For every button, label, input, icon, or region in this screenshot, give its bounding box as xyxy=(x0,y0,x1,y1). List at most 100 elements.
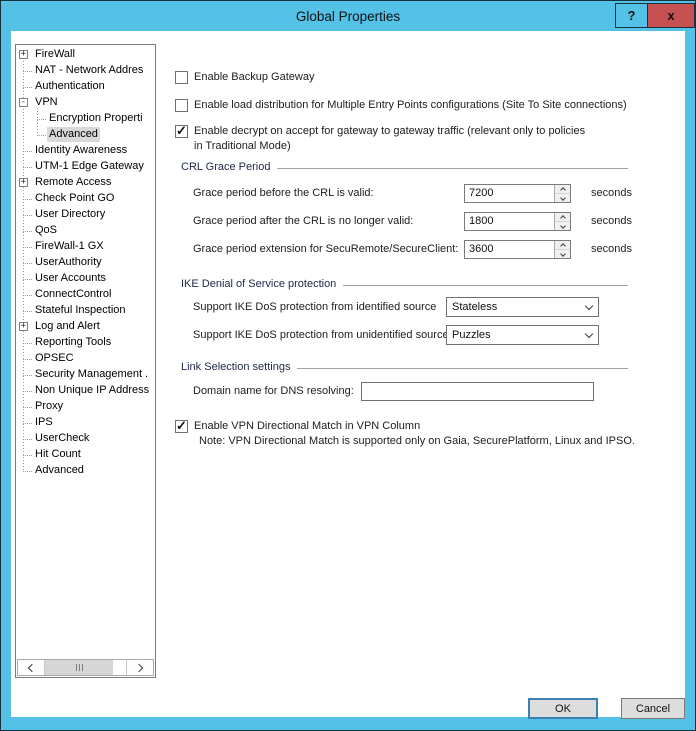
tree-item-connectcontrol[interactable]: ConnectControl xyxy=(16,287,155,303)
scroll-thumb[interactable] xyxy=(45,660,113,675)
tree-vertical-line-vpn xyxy=(37,108,38,137)
tree-item-non-unique-ip-address[interactable]: Non Unique IP Address xyxy=(16,383,155,399)
enable-backup-gateway-row: Enable Backup Gateway xyxy=(175,71,314,84)
ike-identified-label: Support IKE DoS protection from identifi… xyxy=(193,297,436,317)
enable-decrypt-line1: Enable decrypt on accept for gateway to … xyxy=(194,125,585,138)
tree-item-user-directory[interactable]: User Directory xyxy=(16,207,155,223)
tree-item-label: Stateful Inspection xyxy=(33,303,128,318)
tree-connector xyxy=(23,279,32,280)
crl-grace-period-header: CRL Grace Period xyxy=(181,161,628,173)
tree-panel: +FireWallNAT - Network AddresAuthenticat… xyxy=(15,44,156,678)
enable-load-distribution-label: Enable load distribution for Multiple En… xyxy=(194,99,627,112)
tree-item-usercheck[interactable]: UserCheck xyxy=(16,431,155,447)
tree-connector xyxy=(23,471,32,472)
tree-item-security-management[interactable]: Security Management . xyxy=(16,367,155,383)
tree-item-label: UserCheck xyxy=(33,431,91,446)
tree-item-qos[interactable]: QoS xyxy=(16,223,155,239)
group-divider xyxy=(277,168,628,169)
tree-item-hit-count[interactable]: Hit Count xyxy=(16,447,155,463)
tree-item-label: Hit Count xyxy=(33,447,83,462)
tree-item-label: Identity Awareness xyxy=(33,143,129,158)
chevron-down-icon xyxy=(585,329,593,337)
spin-down-button[interactable] xyxy=(555,194,570,202)
spin-up-button[interactable] xyxy=(555,185,570,194)
ike-dos-header: IKE Denial of Service protection xyxy=(181,278,628,290)
enable-load-distribution-checkbox[interactable] xyxy=(175,99,188,112)
enable-load-distribution-row: Enable load distribution for Multiple En… xyxy=(175,99,627,112)
tree-item-label: Non Unique IP Address xyxy=(33,383,151,398)
tree-item-label: OPSEC xyxy=(33,351,76,366)
tree-item-firewall[interactable]: +FireWall xyxy=(16,47,155,63)
tree-item-nat-network-addres[interactable]: NAT - Network Addres xyxy=(16,63,155,79)
cancel-button[interactable]: Cancel xyxy=(621,698,685,719)
crl-extension-label: Grace period extension for SecuRemote/Se… xyxy=(193,240,458,259)
close-button[interactable]: x xyxy=(647,3,695,28)
tree-item-label: QoS xyxy=(33,223,59,238)
chevron-down-icon xyxy=(560,251,566,257)
ike-unidentified-value: Puzzles xyxy=(452,329,586,341)
tree-item-label: ConnectControl xyxy=(33,287,113,302)
crl-extension-input[interactable]: 3600 xyxy=(465,241,554,258)
tree-item-opsec[interactable]: OPSEC xyxy=(16,351,155,367)
spin-up-button[interactable] xyxy=(555,213,570,222)
expand-icon[interactable]: + xyxy=(19,178,28,187)
expand-icon[interactable]: + xyxy=(19,322,28,331)
crl-grace-period-title: CRL Grace Period xyxy=(181,161,270,173)
ike-identified-value: Stateless xyxy=(452,301,586,313)
tree-item-label: Log and Alert xyxy=(33,319,102,334)
tree-item-identity-awareness[interactable]: Identity Awareness xyxy=(16,143,155,159)
dialog-body: +FireWallNAT - Network AddresAuthenticat… xyxy=(11,31,685,717)
help-icon: ? xyxy=(628,8,636,23)
enable-decrypt-on-accept-checkbox[interactable] xyxy=(175,125,188,138)
collapse-icon[interactable]: - xyxy=(19,98,28,107)
tree-item-label: User Accounts xyxy=(33,271,108,286)
tree-item-stateful-inspection[interactable]: Stateful Inspection xyxy=(16,303,155,319)
tree-connector xyxy=(23,391,32,392)
crl-before-input[interactable]: 7200 xyxy=(465,185,554,202)
crl-after-label: Grace period after the CRL is no longer … xyxy=(193,212,413,231)
dns-resolving-input[interactable] xyxy=(361,382,594,401)
help-button[interactable]: ? xyxy=(615,3,648,28)
enable-decrypt-on-accept-row: Enable decrypt on accept for gateway to … xyxy=(175,125,585,153)
tree-item-reporting-tools[interactable]: Reporting Tools xyxy=(16,335,155,351)
tree-item-log-and-alert[interactable]: + Log and Alert xyxy=(16,319,155,335)
tree-item-label: User Directory xyxy=(33,207,107,222)
vpn-directional-match-checkbox[interactable] xyxy=(175,420,188,433)
spin-down-button[interactable] xyxy=(555,222,570,230)
tree-item-remote-access[interactable]: + Remote Access xyxy=(16,175,155,191)
ok-button[interactable]: OK xyxy=(528,698,598,719)
tree-connector xyxy=(37,135,46,136)
grip-icon xyxy=(79,664,80,671)
crl-after-input[interactable]: 1800 xyxy=(465,213,554,230)
ike-dos-title: IKE Denial of Service protection xyxy=(181,278,336,290)
crl-extension-spin-buttons xyxy=(554,241,570,258)
scroll-left-button[interactable] xyxy=(18,660,45,675)
titlebar: Global Properties xyxy=(1,1,695,31)
tree-item-user-accounts[interactable]: User Accounts xyxy=(16,271,155,287)
enable-backup-gateway-checkbox[interactable] xyxy=(175,71,188,84)
tree-item-advanced[interactable]: Advanced xyxy=(16,463,155,479)
tree-item-userauthority[interactable]: UserAuthority xyxy=(16,255,155,271)
tree-item-utm-1-edge-gateway[interactable]: UTM-1 Edge Gateway xyxy=(16,159,155,175)
ike-unidentified-dropdown[interactable]: Puzzles xyxy=(446,325,599,345)
ike-identified-dropdown[interactable]: Stateless xyxy=(446,297,599,317)
tree-item-label: Remote Access xyxy=(33,175,113,190)
tree-item-firewall-1-gx[interactable]: FireWall-1 GX xyxy=(16,239,155,255)
tree-items: +FireWallNAT - Network AddresAuthenticat… xyxy=(16,45,155,658)
grip-icon xyxy=(82,664,83,671)
tree-item-label: IPS xyxy=(33,415,55,430)
expand-icon[interactable]: + xyxy=(19,50,28,59)
tree-item-authentication[interactable]: Authentication xyxy=(16,79,155,95)
spin-down-button[interactable] xyxy=(555,250,570,258)
tree-item-check-point-go[interactable]: Check Point GO xyxy=(16,191,155,207)
enable-decrypt-line2: in Traditional Mode) xyxy=(194,140,585,153)
crl-before-spin-buttons xyxy=(554,185,570,202)
tree-item-proxy[interactable]: Proxy xyxy=(16,399,155,415)
scroll-right-button[interactable] xyxy=(126,660,153,675)
group-divider xyxy=(297,368,628,369)
spin-up-button[interactable] xyxy=(555,241,570,250)
tree-item-label: Advanced xyxy=(47,127,100,142)
tree-item-ips[interactable]: IPS xyxy=(16,415,155,431)
close-icon: x xyxy=(667,8,674,23)
tree-horizontal-scrollbar[interactable] xyxy=(17,659,154,676)
